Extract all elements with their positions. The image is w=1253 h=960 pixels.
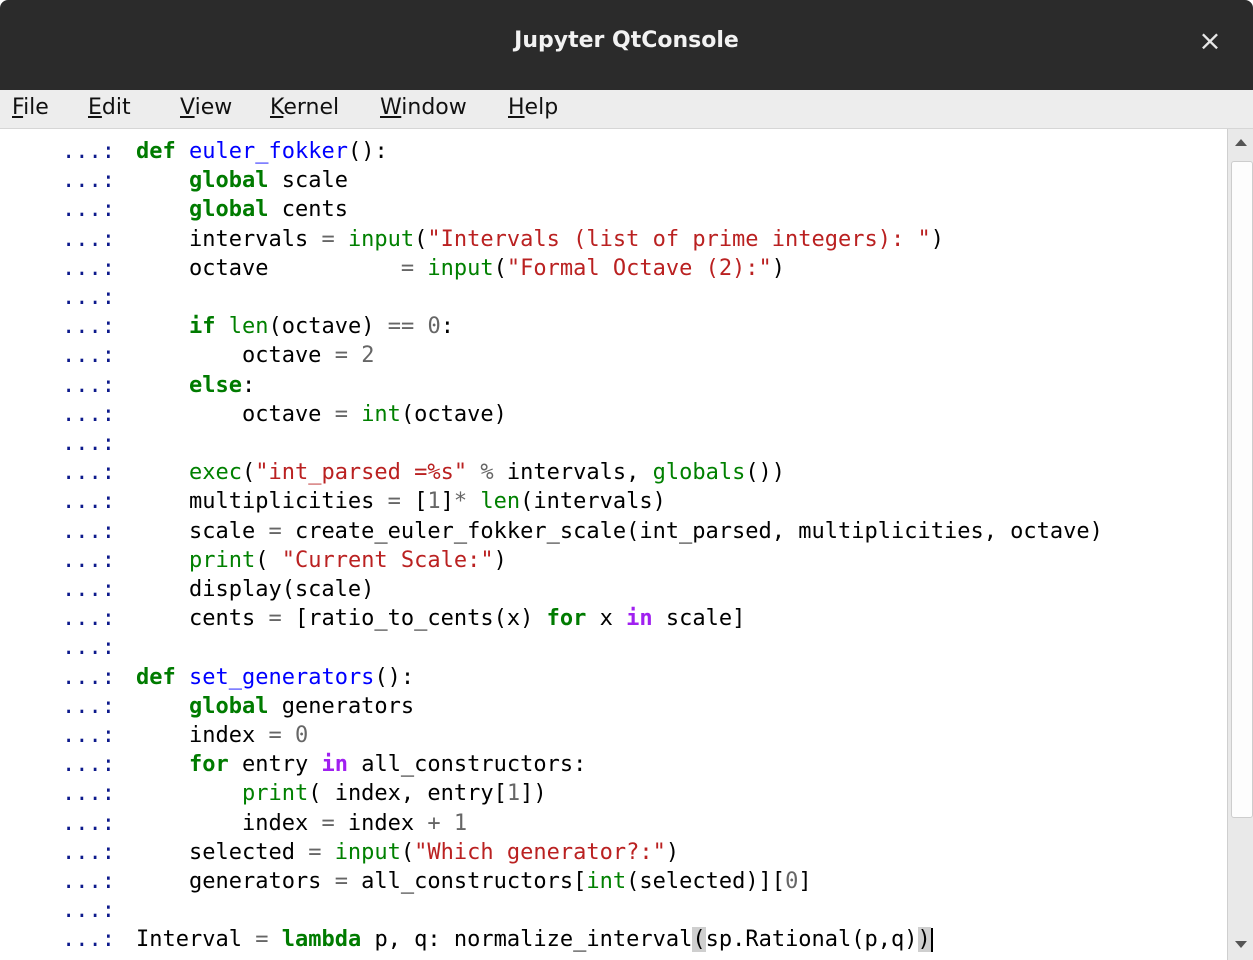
continuation-prompt: ...:: [62, 693, 115, 719]
code-text: if len(octave) == 0:: [188, 314, 454, 340]
continuation-prompt: ...:: [62, 285, 115, 310]
continuation-prompt: ...:: [62, 343, 115, 369]
menu-edit[interactable]: Edit: [88, 95, 131, 120]
scroll-down-icon[interactable]: [1235, 941, 1247, 948]
code-text: selected = input("Which generator?:"): [136, 839, 680, 865]
continuation-prompt: ...:: [62, 372, 115, 398]
code-text: Interval = lambda p, q: normalize_interv…: [136, 927, 933, 953]
continuation-prompt: ...:: [62, 401, 115, 427]
code-text: global generators: [188, 693, 415, 719]
code-text: def set_generators():: [136, 664, 415, 690]
continuation-prompt: ...:: [62, 460, 115, 486]
continuation-prompt: ...:: [62, 518, 115, 544]
code-text: index = index + 1: [136, 810, 468, 836]
code-text: generators = all_constructors[int(select…: [136, 869, 812, 894]
code-text: for entry in all_constructors:: [188, 752, 587, 778]
continuation-prompt: ...:: [62, 431, 115, 456]
code-text: octave = 2: [136, 343, 375, 369]
code-text: index = 0: [136, 723, 309, 748]
continuation-prompt: ...:: [62, 898, 115, 924]
continuation-prompt: ...:: [62, 810, 115, 836]
code-text: print( "Current Scale:"): [188, 547, 507, 573]
console-editor[interactable]: ...: def euler_fokker():...: global scale…: [0, 129, 1227, 960]
continuation-prompt: ...:: [62, 606, 115, 632]
continuation-prompt: ...:: [62, 197, 115, 223]
code-text: display(scale): [136, 577, 375, 602]
continuation-prompt: ...:: [62, 255, 115, 281]
continuation-prompt: ...:: [62, 839, 115, 865]
continuation-prompt: ...:: [62, 723, 115, 748]
continuation-prompt: ...:: [62, 226, 115, 252]
continuation-prompt: ...:: [62, 577, 115, 602]
continuation-prompt: ...:: [62, 139, 115, 164]
menu-file[interactable]: File: [12, 95, 49, 120]
close-icon[interactable]: ×: [1195, 26, 1225, 56]
scrollbar-thumb[interactable]: [1231, 161, 1253, 818]
code-text: scale = create_euler_fokker_scale(int_pa…: [136, 518, 1103, 544]
continuation-prompt: ...:: [62, 752, 115, 778]
code-text: intervals = input("Intervals (list of pr…: [136, 226, 944, 252]
code-text: cents = [ratio_to_cents(x) for x in scal…: [136, 606, 746, 632]
continuation-prompt: ...:: [62, 547, 115, 573]
scroll-up-icon[interactable]: [1235, 139, 1247, 146]
menu-kernel[interactable]: Kernel: [270, 95, 339, 120]
vertical-scrollbar[interactable]: [1227, 129, 1253, 960]
menu-help[interactable]: Help: [508, 95, 558, 120]
code-text: print( index, entry[1]): [241, 781, 547, 807]
continuation-prompt: ...:: [62, 168, 115, 194]
continuation-prompt: ...:: [62, 927, 115, 953]
code-text: else:: [188, 372, 256, 398]
code-text: global cents: [188, 197, 348, 223]
window-title: Jupyter QtConsole: [514, 28, 739, 53]
continuation-prompt: ...:: [62, 635, 115, 661]
continuation-prompt: ...:: [62, 869, 115, 894]
code-text: global scale: [188, 168, 348, 194]
menu-bar: File Edit View Kernel Window Help: [0, 90, 1253, 129]
continuation-prompt: ...:: [62, 664, 115, 690]
code-text: exec("int_parsed =%s" % intervals, globa…: [188, 460, 786, 486]
continuation-prompt: ...:: [62, 781, 115, 807]
code-text: def euler_fokker():: [136, 139, 388, 164]
code-text: octave = input("Formal Octave (2):"): [136, 255, 786, 281]
window-titlebar: Jupyter QtConsole ×: [0, 0, 1253, 90]
menu-view[interactable]: View: [180, 95, 232, 120]
code-text: octave = int(octave): [136, 401, 507, 427]
code-text: multiplicities = [1]* len(intervals): [136, 489, 666, 515]
menu-window[interactable]: Window: [380, 95, 467, 120]
continuation-prompt: ...:: [62, 314, 115, 340]
continuation-prompt: ...:: [62, 489, 115, 515]
